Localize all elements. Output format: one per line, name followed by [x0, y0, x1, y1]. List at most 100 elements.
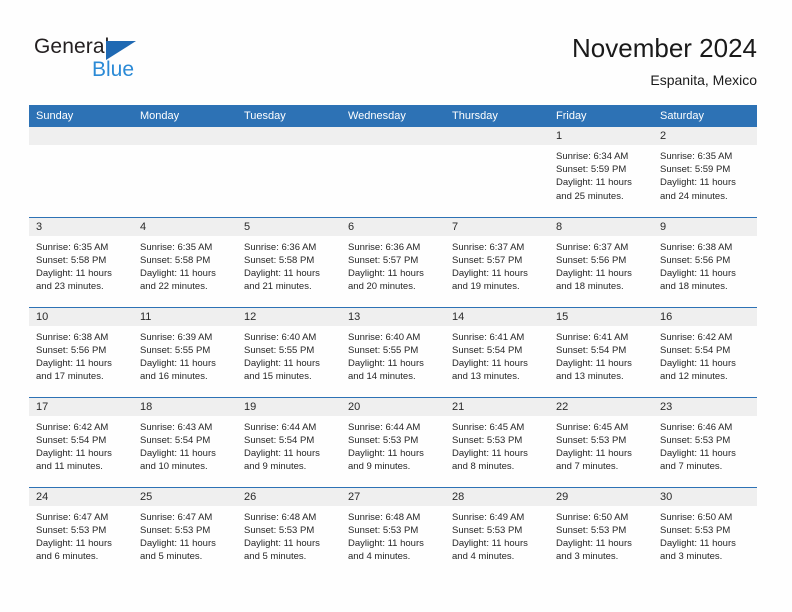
calendar-day-cell[interactable]: 22 Sunrise: 6:45 AM Sunset: 5:53 PM Dayligh… — [549, 396, 653, 487]
calendar-day-cell[interactable]: 27 Sunrise: 6:48 AM Sunset: 5:53 PM Dayligh… — [341, 486, 445, 577]
sunset-time: Sunset: 5:54 PM — [140, 434, 211, 446]
sunrise-time: Sunrise: 6:44 AM — [348, 421, 421, 433]
sunrise-time: Sunrise: 6:36 AM — [348, 241, 421, 253]
sunrise-time: Sunrise: 6:49 AM — [452, 511, 525, 523]
day-number: 21 — [445, 397, 549, 416]
calendar-day-cell[interactable]: 3 Sunrise: 6:35 AM Sunset: 5:58 PM Daylight… — [29, 216, 133, 307]
sunset-time: Sunset: 5:53 PM — [452, 524, 523, 536]
calendar-day-cell[interactable]: 30 Sunrise: 6:50 AM Sunset: 5:53 PM Dayligh… — [653, 486, 757, 577]
calendar-day-cell[interactable]: 1 Sunrise: 6:34 AM Sunset: 5:59 PM Daylight… — [549, 127, 653, 217]
sunrise-time: Sunrise: 6:47 AM — [36, 511, 109, 523]
daylight-duration-line2: and 11 minutes. — [36, 461, 103, 473]
day-number: 4 — [133, 217, 237, 236]
sunset-time: Sunset: 5:53 PM — [140, 524, 211, 536]
day-number: 7 — [445, 217, 549, 236]
calendar-day-cell[interactable]: 17 Sunrise: 6:42 AM Sunset: 5:54 PM Dayligh… — [29, 396, 133, 487]
page-header: General Blue November 2024 Espanita, Mex… — [0, 0, 792, 100]
day-details: Sunrise: 6:50 AM Sunset: 5:53 PM Daylight:… — [549, 506, 653, 564]
daylight-duration-line2: and 13 minutes. — [452, 371, 520, 383]
calendar-day-cell[interactable]: 5 Sunrise: 6:36 AM Sunset: 5:58 PM Daylight… — [237, 216, 341, 307]
calendar-day-cell[interactable]: 2 Sunrise: 6:35 AM Sunset: 5:59 PM Daylight… — [653, 127, 757, 217]
day-number: 18 — [133, 397, 237, 416]
sunset-time: Sunset: 5:54 PM — [244, 434, 315, 446]
day-number: 9 — [653, 217, 757, 236]
sunrise-time: Sunrise: 6:37 AM — [556, 241, 629, 253]
sunset-time: Sunset: 5:54 PM — [452, 344, 523, 356]
sunset-time: Sunset: 5:56 PM — [660, 254, 731, 266]
sunrise-time: Sunrise: 6:48 AM — [348, 511, 421, 523]
sunrise-sunset-calendar: Sunday Monday Tuesday Wednesday Thursday… — [29, 105, 757, 577]
day-number: 1 — [549, 127, 653, 145]
calendar-day-cell[interactable]: 9 Sunrise: 6:38 AM Sunset: 5:56 PM Daylight… — [653, 216, 757, 307]
logo-text-blue: Blue — [92, 58, 135, 81]
calendar-day-cell[interactable]: 23 Sunrise: 6:46 AM Sunset: 5:53 PM Dayligh… — [653, 396, 757, 487]
daylight-duration-line2: and 18 minutes. — [556, 281, 624, 293]
sunset-time: Sunset: 5:58 PM — [140, 254, 211, 266]
day-number: 15 — [549, 307, 653, 326]
day-details: Sunrise: 6:41 AM Sunset: 5:54 PM Daylight:… — [445, 326, 549, 384]
day-details: Sunrise: 6:46 AM Sunset: 5:53 PM Daylight:… — [653, 416, 757, 474]
calendar-day-cell[interactable]: 25 Sunrise: 6:47 AM Sunset: 5:53 PM Dayligh… — [133, 486, 237, 577]
sunrise-time: Sunrise: 6:41 AM — [452, 331, 525, 343]
calendar-day-cell[interactable]: 10 Sunrise: 6:38 AM Sunset: 5:56 PM Dayligh… — [29, 306, 133, 397]
day-details: Sunrise: 6:47 AM Sunset: 5:53 PM Daylight:… — [133, 506, 237, 564]
day-details: Sunrise: 6:35 AM Sunset: 5:58 PM Daylight:… — [29, 236, 133, 294]
calendar-day-cell[interactable]: 16 Sunrise: 6:42 AM Sunset: 5:54 PM Dayligh… — [653, 306, 757, 397]
day-details: Sunrise: 6:48 AM Sunset: 5:53 PM Daylight:… — [341, 506, 445, 564]
day-details: Sunrise: 6:37 AM Sunset: 5:56 PM Daylight:… — [549, 236, 653, 294]
weekday-header-wednesday: Wednesday — [341, 105, 445, 127]
daylight-duration-line2: and 23 minutes. — [36, 281, 104, 293]
sunset-time: Sunset: 5:59 PM — [660, 164, 731, 176]
day-number: 13 — [341, 307, 445, 326]
sunrise-time: Sunrise: 6:42 AM — [36, 421, 109, 433]
daylight-duration-line1: Daylight: 11 hours — [452, 267, 528, 279]
calendar-day-cell[interactable]: 29 Sunrise: 6:50 AM Sunset: 5:53 PM Dayligh… — [549, 486, 653, 577]
calendar-day-cell[interactable]: 7 Sunrise: 6:37 AM Sunset: 5:57 PM Daylight… — [445, 216, 549, 307]
weekday-header-tuesday: Tuesday — [237, 105, 341, 127]
calendar-day-cell[interactable]: 6 Sunrise: 6:36 AM Sunset: 5:57 PM Daylight… — [341, 216, 445, 307]
daylight-duration-line2: and 9 minutes. — [244, 461, 307, 473]
sunrise-time: Sunrise: 6:47 AM — [140, 511, 213, 523]
calendar-day-cell[interactable]: 26 Sunrise: 6:48 AM Sunset: 5:53 PM Dayligh… — [237, 486, 341, 577]
sunrise-time: Sunrise: 6:36 AM — [244, 241, 317, 253]
day-number: 26 — [237, 487, 341, 506]
calendar-day-cell[interactable]: 18 Sunrise: 6:43 AM Sunset: 5:54 PM Dayligh… — [133, 396, 237, 487]
daylight-duration-line2: and 7 minutes. — [556, 461, 619, 473]
calendar-day-cell[interactable]: 11 Sunrise: 6:39 AM Sunset: 5:55 PM Dayligh… — [133, 306, 237, 397]
calendar-day-cell[interactable]: 21 Sunrise: 6:45 AM Sunset: 5:53 PM Dayligh… — [445, 396, 549, 487]
calendar-day-cell[interactable]: 12 Sunrise: 6:40 AM Sunset: 5:55 PM Dayligh… — [237, 306, 341, 397]
calendar-day-cell[interactable]: 19 Sunrise: 6:44 AM Sunset: 5:54 PM Dayligh… — [237, 396, 341, 487]
daylight-duration-line1: Daylight: 11 hours — [660, 537, 736, 549]
daylight-duration-line1: Daylight: 11 hours — [140, 267, 216, 279]
daylight-duration-line1: Daylight: 11 hours — [660, 177, 736, 189]
daylight-duration-line2: and 6 minutes. — [36, 551, 99, 563]
calendar-day-cell[interactable]: 20 Sunrise: 6:44 AM Sunset: 5:53 PM Dayligh… — [341, 396, 445, 487]
calendar-day-cell[interactable]: 13 Sunrise: 6:40 AM Sunset: 5:55 PM Dayligh… — [341, 306, 445, 397]
day-details: Sunrise: 6:45 AM Sunset: 5:53 PM Daylight:… — [445, 416, 549, 474]
day-details: Sunrise: 6:36 AM Sunset: 5:58 PM Daylight:… — [237, 236, 341, 294]
calendar-day-cell[interactable]: 28 Sunrise: 6:49 AM Sunset: 5:53 PM Dayligh… — [445, 486, 549, 577]
daylight-duration-line1: Daylight: 11 hours — [348, 267, 424, 279]
weekday-header-monday: Monday — [133, 105, 237, 127]
calendar-day-cell[interactable]: 8 Sunrise: 6:37 AM Sunset: 5:56 PM Daylight… — [549, 216, 653, 307]
day-number: 29 — [549, 487, 653, 506]
calendar-cell-empty — [237, 127, 341, 217]
daylight-duration-line1: Daylight: 11 hours — [140, 357, 216, 369]
sunrise-time: Sunrise: 6:40 AM — [348, 331, 421, 343]
calendar-day-cell[interactable]: 15 Sunrise: 6:41 AM Sunset: 5:54 PM Dayligh… — [549, 306, 653, 397]
calendar-day-cell[interactable]: 24 Sunrise: 6:47 AM Sunset: 5:53 PM Dayligh… — [29, 486, 133, 577]
calendar-day-cell[interactable]: 14 Sunrise: 6:41 AM Sunset: 5:54 PM Dayligh… — [445, 306, 549, 397]
logo-text-general: General — [34, 35, 110, 58]
daylight-duration-line1: Daylight: 11 hours — [556, 177, 632, 189]
daylight-duration-line1: Daylight: 11 hours — [36, 267, 112, 279]
daylight-duration-line1: Daylight: 11 hours — [556, 267, 632, 279]
day-details: Sunrise: 6:44 AM Sunset: 5:53 PM Daylight:… — [341, 416, 445, 474]
calendar-day-cell[interactable]: 4 Sunrise: 6:35 AM Sunset: 5:58 PM Daylight… — [133, 216, 237, 307]
general-blue-logo[interactable]: General Blue — [34, 36, 184, 88]
sunset-time: Sunset: 5:53 PM — [348, 434, 419, 446]
sunset-time: Sunset: 5:56 PM — [36, 344, 107, 356]
day-number: 22 — [549, 397, 653, 416]
daylight-duration-line2: and 10 minutes. — [140, 461, 208, 473]
sunset-time: Sunset: 5:58 PM — [244, 254, 315, 266]
day-number: 23 — [653, 397, 757, 416]
